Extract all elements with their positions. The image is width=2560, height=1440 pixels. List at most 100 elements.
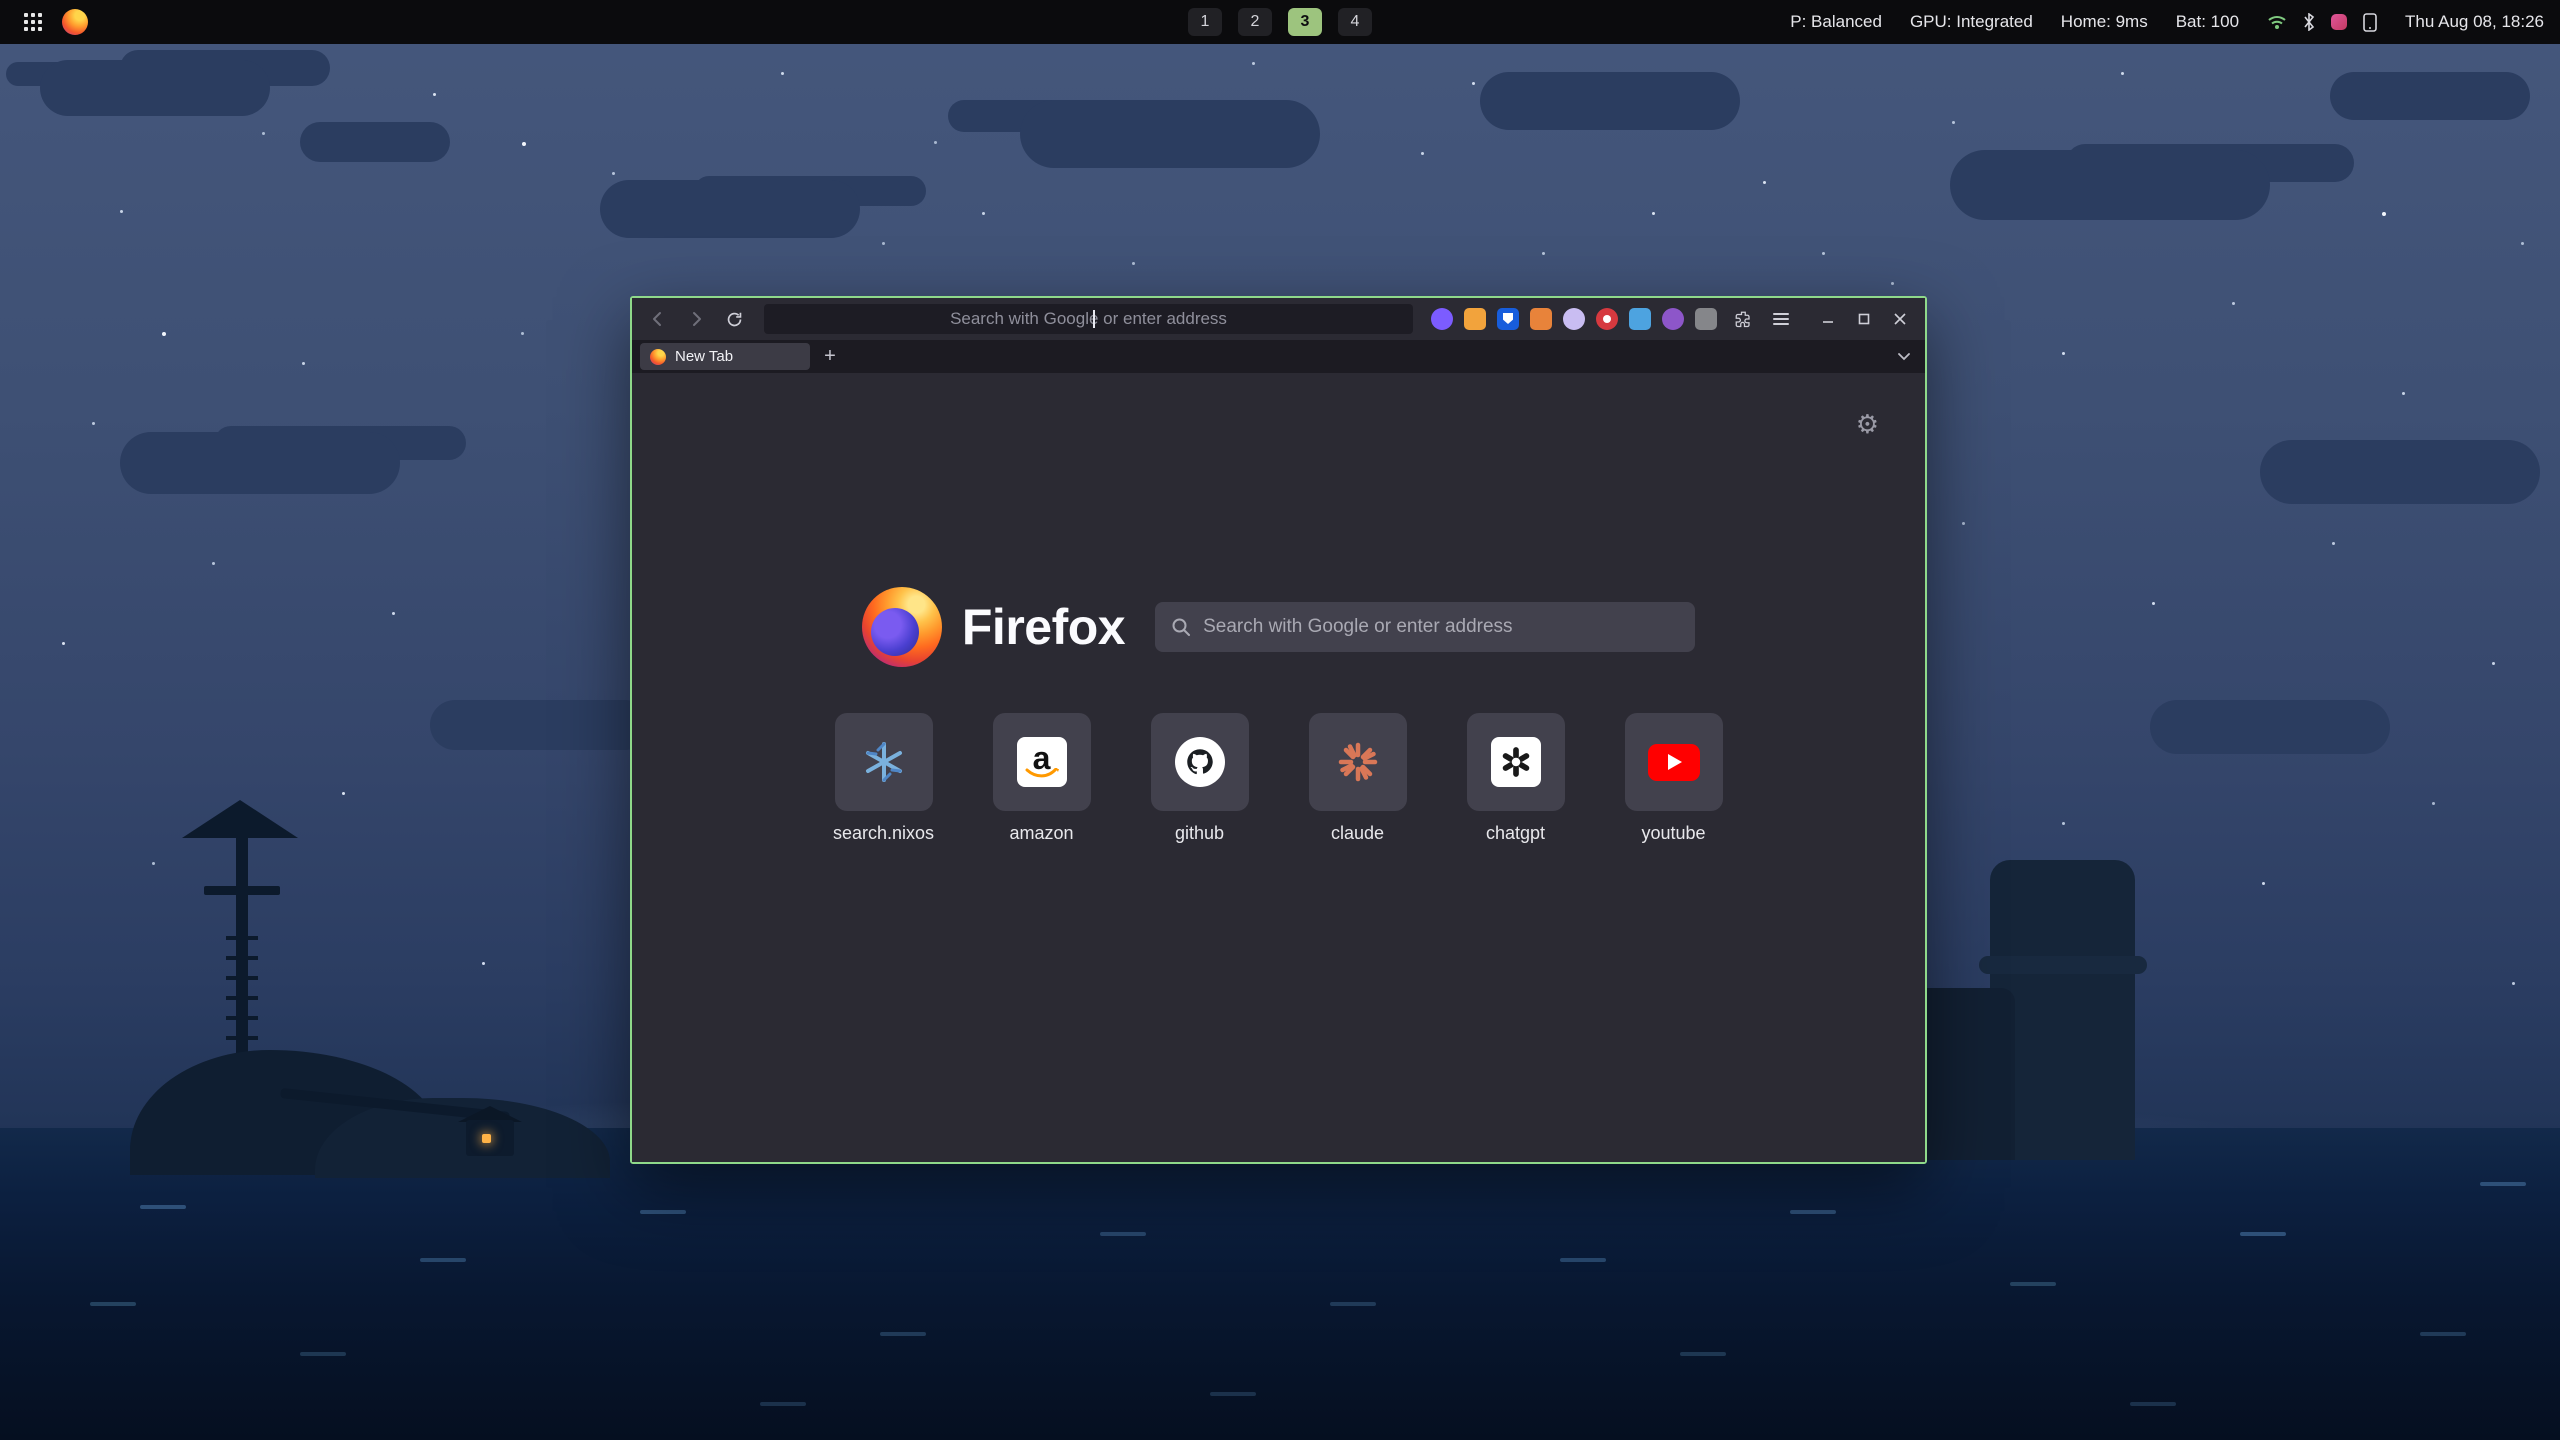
shortcut-label: amazon <box>1009 823 1073 844</box>
workspace-switcher: 1 2 3 4 <box>1188 8 1372 36</box>
power-profile-module: P: Balanced <box>1790 12 1882 32</box>
newtab-search-box[interactable] <box>1155 602 1695 652</box>
extension-icon-8[interactable] <box>1662 308 1684 330</box>
shortcut-tile[interactable] <box>1467 713 1565 811</box>
firefox-favicon <box>650 349 666 365</box>
cloud <box>300 122 450 162</box>
cloud <box>120 432 400 494</box>
firefox-wordmark: Firefox <box>962 598 1125 656</box>
cliff-ledge <box>1979 956 2147 974</box>
status-bar: 1 2 3 4 P: Balanced GPU: Integrated Home… <box>0 0 2560 44</box>
workspace-1[interactable]: 1 <box>1188 8 1222 36</box>
shortcut-github[interactable]: github <box>1144 713 1256 844</box>
firefox-window: New Tab + ⚙ Firefox <box>630 296 1927 1164</box>
cloud <box>430 700 650 750</box>
nixos-snowflake-icon <box>861 739 907 785</box>
tab-new-tab[interactable]: New Tab <box>640 343 810 370</box>
shortcut-tile[interactable]: a <box>993 713 1091 811</box>
url-bar[interactable] <box>764 304 1413 334</box>
tab-bar: New Tab + <box>632 340 1925 373</box>
bluetooth-icon <box>2303 13 2315 31</box>
newtab-hero: Firefox <box>632 587 1925 667</box>
extension-icon-2[interactable] <box>1464 308 1486 330</box>
chatgpt-icon <box>1491 737 1541 787</box>
color-swatch-icon <box>2331 14 2347 30</box>
new-tab-button[interactable]: + <box>816 343 844 370</box>
cloud <box>1480 72 1740 130</box>
latency-module: Home: 9ms <box>2061 12 2148 32</box>
search-icon <box>1171 617 1191 637</box>
battery-module: Bat: 100 <box>2176 12 2239 32</box>
wifi-icon <box>2267 14 2287 30</box>
shortcut-tile[interactable] <box>1309 713 1407 811</box>
forward-button[interactable] <box>680 304 712 334</box>
newtab-search-input[interactable] <box>1203 616 1679 638</box>
github-icon <box>1175 737 1225 787</box>
shortcut-amazon[interactable]: a amazon <box>986 713 1098 844</box>
navigation-toolbar <box>632 298 1925 340</box>
claude-starburst-icon <box>1335 739 1381 785</box>
extensions-puzzle-icon[interactable] <box>1727 304 1759 334</box>
statusbar-left <box>16 9 88 35</box>
shortcut-label: github <box>1175 823 1224 844</box>
cloud <box>600 180 860 238</box>
youtube-icon <box>1648 744 1700 781</box>
shortcut-youtube[interactable]: youtube <box>1618 713 1730 844</box>
extension-icon-5[interactable] <box>1563 308 1585 330</box>
workspace-3-active[interactable]: 3 <box>1288 8 1322 36</box>
extension-icon-6[interactable] <box>1596 308 1618 330</box>
close-button[interactable] <box>1885 304 1915 334</box>
text-caret <box>1093 310 1095 328</box>
maximize-button[interactable] <box>1849 304 1879 334</box>
shortcut-claude[interactable]: claude <box>1302 713 1414 844</box>
extension-icon-1[interactable] <box>1431 308 1453 330</box>
app-launcher-icon[interactable] <box>24 13 28 17</box>
back-button[interactable] <box>642 304 674 334</box>
url-input[interactable] <box>764 304 1413 334</box>
window-controls <box>1813 304 1915 334</box>
minimize-button[interactable] <box>1813 304 1843 334</box>
device-icon <box>2363 13 2377 32</box>
firefox-logo <box>862 587 942 667</box>
shortcut-tile[interactable] <box>1151 713 1249 811</box>
shortcut-label: youtube <box>1641 823 1705 844</box>
tab-title: New Tab <box>675 348 733 365</box>
personalize-gear-icon[interactable]: ⚙ <box>1856 411 1879 437</box>
shortcut-label: search.nixos <box>833 823 934 844</box>
shortcut-label: claude <box>1331 823 1384 844</box>
cloud <box>1020 100 1320 168</box>
hamburger-icon <box>1773 313 1789 325</box>
shortcut-search-nixos[interactable]: search.nixos <box>828 713 940 844</box>
cloud <box>1950 150 2270 220</box>
menu-button[interactable] <box>1765 304 1797 334</box>
amazon-icon: a <box>1017 737 1067 787</box>
gpu-module: GPU: Integrated <box>1910 12 2033 32</box>
shortcut-tiles: search.nixos a amazon <box>632 713 1925 844</box>
firefox-launcher-icon[interactable] <box>62 9 88 35</box>
reload-button[interactable] <box>718 304 750 334</box>
cloud <box>2330 72 2530 120</box>
hut-light <box>482 1134 491 1143</box>
statusbar-icons <box>2267 13 2377 32</box>
island-watchtower <box>130 800 610 1170</box>
workspace-4[interactable]: 4 <box>1338 8 1372 36</box>
extension-icon-7[interactable] <box>1629 308 1651 330</box>
workspace-2[interactable]: 2 <box>1238 8 1272 36</box>
shortcut-tile[interactable] <box>835 713 933 811</box>
extension-icon-9[interactable] <box>1695 308 1717 330</box>
statusbar-right: P: Balanced GPU: Integrated Home: 9ms Ba… <box>1790 12 2544 32</box>
cloud <box>40 60 270 116</box>
tower-roof <box>182 800 298 838</box>
clock: Thu Aug 08, 18:26 <box>2405 12 2544 32</box>
list-all-tabs-button[interactable] <box>1897 352 1911 362</box>
extension-icon-3[interactable] <box>1497 308 1519 330</box>
shortcut-label: chatgpt <box>1486 823 1545 844</box>
cliff-island <box>1895 860 2135 1160</box>
shortcut-chatgpt[interactable]: chatgpt <box>1460 713 1572 844</box>
newtab-page: ⚙ Firefox <box>632 373 1925 1162</box>
cloud <box>2150 700 2390 754</box>
play-icon <box>1668 754 1682 770</box>
shortcut-tile[interactable] <box>1625 713 1723 811</box>
extension-buttons <box>1431 308 1717 330</box>
extension-icon-4[interactable] <box>1530 308 1552 330</box>
